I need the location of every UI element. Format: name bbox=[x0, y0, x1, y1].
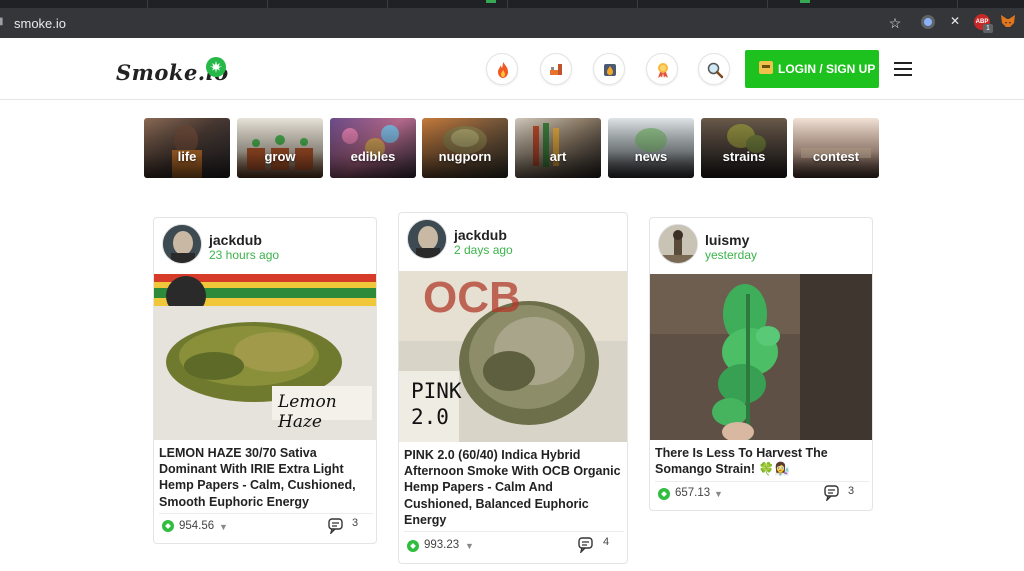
browser-tab-strip bbox=[0, 0, 1024, 8]
payout-icon bbox=[658, 488, 670, 500]
comment-count: 3 bbox=[352, 517, 359, 529]
card-divider bbox=[404, 531, 624, 532]
category-label: nugporn bbox=[438, 149, 492, 164]
extension-x-icon[interactable]: ✕ bbox=[950, 14, 960, 28]
category-strains[interactable]: strains bbox=[701, 118, 787, 178]
category-nugporn[interactable]: nugporn bbox=[422, 118, 508, 178]
post-title[interactable]: LEMON HAZE 30/70 Sativa Dominant With IR… bbox=[159, 445, 373, 510]
category-label: life bbox=[177, 149, 197, 164]
image-caption: 2.0 bbox=[411, 405, 449, 429]
card-divider bbox=[159, 513, 373, 514]
comment-icon[interactable] bbox=[824, 485, 842, 501]
comment-icon[interactable] bbox=[578, 537, 596, 553]
payout-icon bbox=[407, 540, 419, 552]
leaf-logo-icon bbox=[206, 57, 226, 77]
payout-amount[interactable]: 993.23 bbox=[424, 539, 459, 551]
post-time[interactable]: yesterday bbox=[705, 248, 757, 262]
hot-icon[interactable] bbox=[540, 53, 572, 85]
post-thumbnail[interactable]: Lemon Haze bbox=[154, 274, 376, 440]
chevron-down-icon[interactable]: ▼ bbox=[714, 489, 723, 499]
category-life[interactable]: life bbox=[144, 118, 230, 178]
category-label: strains bbox=[722, 149, 766, 164]
search-icon[interactable] bbox=[698, 53, 730, 85]
payout-amount[interactable]: 954.56 bbox=[179, 520, 214, 532]
login-signup-button[interactable]: LOGIN / SIGN UP bbox=[745, 50, 879, 88]
tab-indicator bbox=[800, 0, 810, 3]
comment-icon[interactable] bbox=[328, 518, 346, 534]
image-caption: PINK bbox=[411, 379, 462, 403]
card-divider bbox=[655, 481, 869, 482]
comment-count: 3 bbox=[848, 485, 855, 497]
category-label: edibles bbox=[350, 149, 396, 164]
award-icon[interactable] bbox=[646, 53, 678, 85]
login-label: LOGIN / SIGN UP bbox=[778, 62, 876, 76]
tab-indicator bbox=[486, 0, 496, 3]
category-news[interactable]: news bbox=[608, 118, 694, 178]
fire-icon[interactable] bbox=[486, 53, 518, 85]
post-card[interactable]: jackdub 2 days ago OCB PINK 2.0 PINK 2.0… bbox=[398, 212, 628, 564]
author-avatar[interactable] bbox=[407, 219, 447, 259]
adblock-badge: 1 bbox=[983, 24, 993, 33]
metamask-fox-icon[interactable] bbox=[1000, 13, 1016, 29]
post-thumbnail[interactable]: OCB PINK 2.0 bbox=[399, 271, 627, 442]
lock-icon: ▮ bbox=[0, 16, 4, 27]
chevron-down-icon[interactable]: ▼ bbox=[465, 541, 474, 551]
category-edibles[interactable]: edibles bbox=[330, 118, 416, 178]
browser-tab[interactable] bbox=[638, 0, 768, 8]
browser-tab[interactable] bbox=[148, 0, 268, 8]
author-name[interactable]: jackdub bbox=[209, 232, 262, 248]
browser-tab[interactable] bbox=[268, 0, 388, 8]
extension-icon[interactable] bbox=[921, 15, 935, 29]
post-card[interactable]: luismy yesterday There Is Less To Harves… bbox=[649, 217, 873, 511]
post-time[interactable]: 23 hours ago bbox=[209, 248, 279, 262]
image-caption: Lemon Haze bbox=[278, 392, 337, 432]
post-time[interactable]: 2 days ago bbox=[454, 243, 513, 257]
category-art[interactable]: art bbox=[515, 118, 601, 178]
category-contest[interactable]: contest bbox=[793, 118, 879, 178]
hamburger-menu-icon[interactable] bbox=[894, 62, 912, 76]
site-header: Smoke.io LOGIN / SIGN UP bbox=[0, 38, 1024, 100]
post-thumbnail[interactable] bbox=[650, 274, 872, 440]
address-bar[interactable]: ▮ smoke.io ☆ bbox=[0, 8, 1024, 38]
post-title[interactable]: PINK 2.0 (60/40) Indica Hybrid Afternoon… bbox=[404, 447, 624, 528]
browser-tab[interactable] bbox=[508, 0, 638, 8]
image-brand: OCB bbox=[423, 273, 521, 322]
chevron-down-icon[interactable]: ▼ bbox=[219, 522, 228, 532]
browser-tab[interactable] bbox=[768, 0, 958, 8]
browser-tab[interactable] bbox=[0, 0, 148, 8]
author-avatar[interactable] bbox=[658, 224, 698, 264]
category-label: grow bbox=[264, 149, 296, 164]
post-title[interactable]: There Is Less To Harvest The Somango Str… bbox=[655, 445, 869, 477]
category-label: art bbox=[549, 149, 567, 164]
author-name[interactable]: jackdub bbox=[454, 227, 507, 243]
author-name[interactable]: luismy bbox=[705, 232, 749, 248]
login-icon bbox=[759, 61, 773, 74]
author-avatar[interactable] bbox=[162, 224, 202, 264]
promoted-icon[interactable] bbox=[593, 53, 625, 85]
category-label: news bbox=[634, 149, 668, 164]
comment-count: 4 bbox=[603, 536, 610, 548]
category-label: contest bbox=[812, 149, 860, 164]
payout-icon bbox=[162, 520, 174, 532]
url-text[interactable]: smoke.io bbox=[14, 16, 66, 31]
category-grow[interactable]: grow bbox=[237, 118, 323, 178]
bookmark-star-icon[interactable]: ☆ bbox=[887, 15, 903, 31]
post-card[interactable]: jackdub 23 hours ago Lemon Haze LEMON HA… bbox=[153, 217, 377, 544]
payout-amount[interactable]: 657.13 bbox=[675, 487, 710, 499]
